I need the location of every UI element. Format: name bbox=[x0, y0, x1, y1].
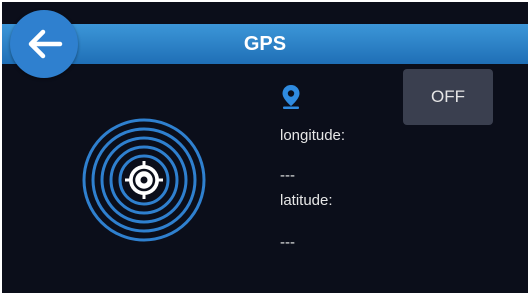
location-pin-icon bbox=[282, 85, 300, 109]
latitude-label: latitude: bbox=[280, 192, 333, 209]
back-button[interactable] bbox=[10, 10, 78, 78]
page-title: GPS bbox=[243, 33, 287, 55]
longitude-value: --- bbox=[280, 167, 295, 184]
latitude-value: --- bbox=[280, 234, 295, 251]
radar-target-icon bbox=[82, 118, 206, 242]
longitude-label: longitude: bbox=[280, 127, 346, 144]
arrow-left-icon bbox=[28, 29, 63, 59]
header-bar: GPS bbox=[2, 24, 528, 64]
gps-toggle-button[interactable]: OFF bbox=[403, 69, 493, 125]
gps-screen: GPS longitude: --- latitude: --- OFF bbox=[2, 2, 528, 293]
